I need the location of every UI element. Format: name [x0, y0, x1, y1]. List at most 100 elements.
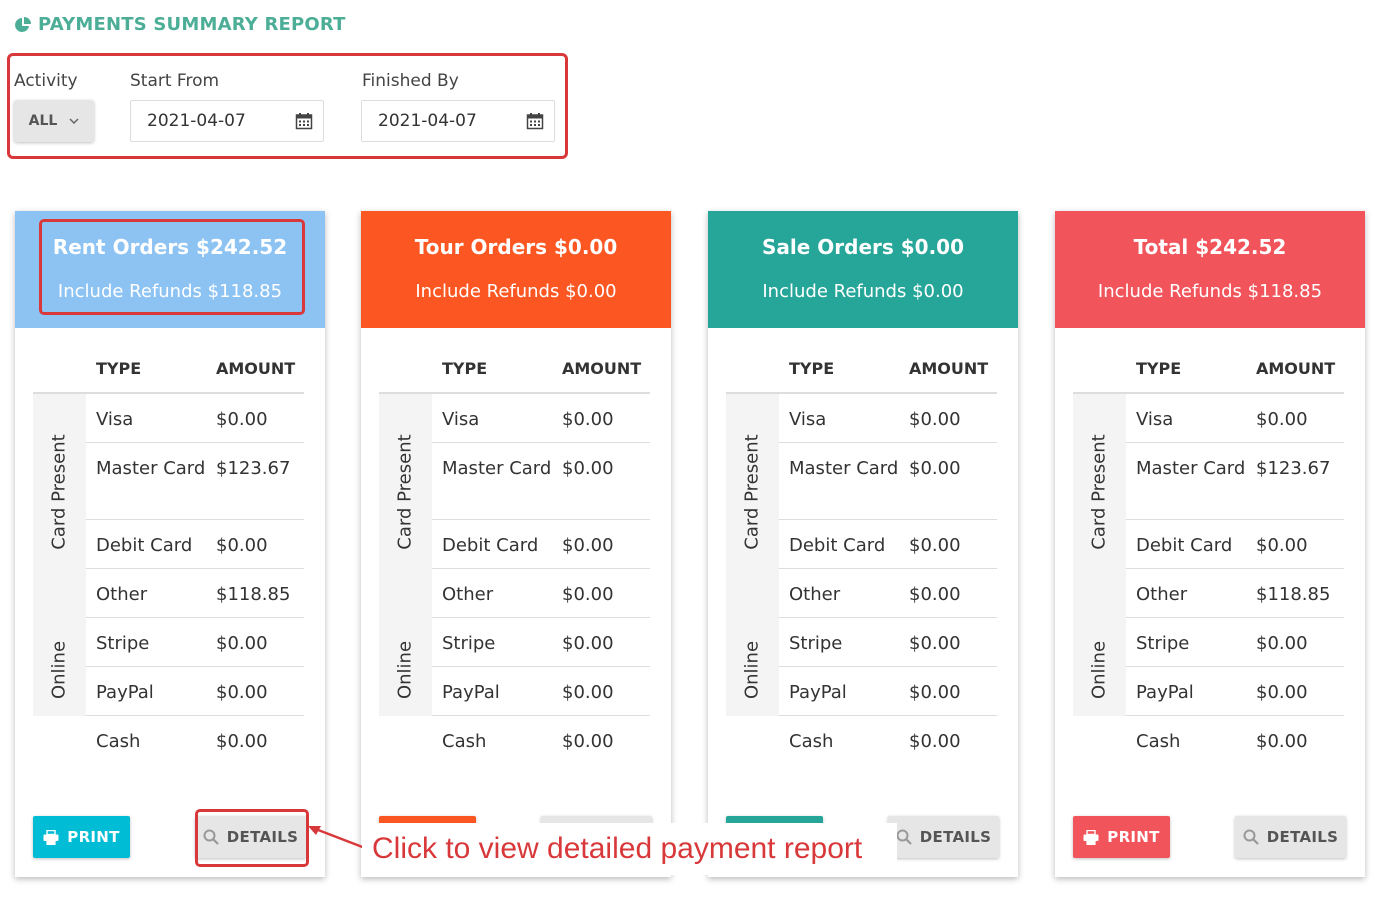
details-button[interactable]: DETAILS: [1235, 816, 1346, 858]
card-header: Total $242.52 Include Refunds $118.85: [1055, 211, 1365, 328]
table-row: Visa $0.00: [86, 394, 304, 443]
calendar-icon[interactable]: [526, 112, 544, 130]
type-column-header: TYPE: [442, 359, 488, 378]
card-header: Sale Orders $0.00 Include Refunds $0.00: [708, 211, 1018, 328]
amount-column-header: AMOUNT: [216, 359, 296, 378]
type-column-header: TYPE: [1136, 359, 1182, 378]
payment-amount: $118.85: [216, 584, 291, 605]
card-refunds: Include Refunds $118.85: [1097, 281, 1323, 302]
payment-amount: $0.00: [909, 633, 961, 654]
amount-column-header: AMOUNT: [909, 359, 989, 378]
table-row: Other $0.00: [779, 569, 997, 618]
search-icon: [1243, 829, 1259, 845]
table-row: Master Card $123.67: [1126, 443, 1344, 520]
table-row: Cash $0.00: [1073, 716, 1344, 765]
finish-date-value: 2021-04-07: [378, 111, 477, 131]
table-row: Other $0.00: [432, 569, 650, 618]
table-row: Cash $0.00: [379, 716, 650, 765]
print-button[interactable]: PRINT: [33, 816, 130, 858]
payment-amount: $0.00: [562, 409, 614, 430]
table-row: Cash $0.00: [726, 716, 997, 765]
activity-select[interactable]: ALL: [14, 100, 94, 142]
payment-type: PayPal: [96, 682, 154, 703]
table-row: Cash $0.00: [33, 716, 304, 765]
finished-by-label: Finished By: [362, 71, 459, 91]
payment-amount: $0.00: [1256, 633, 1308, 654]
start-date-value: 2021-04-07: [147, 111, 246, 131]
table-row: Stripe $0.00: [86, 618, 304, 667]
page-title-text: PAYMENTS SUMMARY REPORT: [38, 14, 346, 35]
card-title: Sale Orders $0.00: [761, 235, 965, 259]
type-column-header: TYPE: [96, 359, 142, 378]
table-row: Visa $0.00: [1126, 394, 1344, 443]
payment-amount: $123.67: [216, 458, 291, 479]
start-date-input[interactable]: 2021-04-07: [130, 100, 324, 142]
payment-type: Cash: [96, 731, 141, 752]
payment-type: Stripe: [96, 633, 150, 654]
table-row: Master Card $123.67: [86, 443, 304, 520]
payment-type: Other: [1136, 584, 1188, 605]
payment-amount: $0.00: [909, 584, 961, 605]
payment-amount: $0.00: [1256, 682, 1308, 703]
payment-amount: $0.00: [216, 682, 268, 703]
group-label-online: Online: [741, 640, 763, 700]
payment-amount: $0.00: [909, 731, 961, 752]
finish-date-input[interactable]: 2021-04-07: [361, 100, 555, 142]
payment-amount: $0.00: [909, 409, 961, 430]
payment-amount: $0.00: [562, 633, 614, 654]
payment-amount: $123.67: [1256, 458, 1331, 479]
print-button[interactable]: PRINT: [1073, 816, 1170, 858]
payment-type: PayPal: [789, 682, 847, 703]
group-label-online: Online: [394, 640, 416, 700]
table-row: Debit Card $0.00: [86, 520, 304, 569]
payment-amount: $0.00: [1256, 731, 1308, 752]
table-row: Debit Card $0.00: [1126, 520, 1344, 569]
table-row: Other $118.85: [86, 569, 304, 618]
table-row: Other $118.85: [1126, 569, 1344, 618]
print-button-label: PRINT: [1107, 828, 1160, 846]
table-row: PayPal $0.00: [1126, 667, 1344, 716]
payment-type: Other: [789, 584, 841, 605]
table-row: Stripe $0.00: [1126, 618, 1344, 667]
activity-label: Activity: [14, 71, 78, 91]
details-button-label: DETAILS: [919, 828, 992, 846]
page-title: PAYMENTS SUMMARY REPORT: [14, 14, 346, 35]
activity-select-value: ALL: [28, 113, 58, 129]
payment-type: Cash: [442, 731, 487, 752]
payment-amount: $0.00: [562, 682, 614, 703]
search-icon: [896, 829, 912, 845]
payment-type: Master Card: [789, 458, 899, 479]
details-button[interactable]: DETAILS: [888, 816, 999, 858]
rent-header-highlight: [39, 219, 305, 315]
card-refunds: Include Refunds $0.00: [762, 281, 964, 302]
payment-amount: $0.00: [562, 458, 614, 479]
summary-card-3: Total $242.52 Include Refunds $118.85 Ca…: [1055, 211, 1365, 877]
chevron-down-icon: [69, 118, 79, 124]
card-refunds: Include Refunds $0.00: [415, 281, 617, 302]
payment-type: Debit Card: [96, 535, 193, 556]
amount-column-header: AMOUNT: [1256, 359, 1336, 378]
payment-type: Master Card: [1136, 458, 1246, 479]
payment-amount: $0.00: [1256, 409, 1308, 430]
printer-icon: [1083, 829, 1099, 845]
group-label-card-present: Card Present: [48, 434, 70, 550]
payment-amount: $0.00: [216, 535, 268, 556]
table-row: Master Card $0.00: [432, 443, 650, 520]
payment-type: Debit Card: [789, 535, 886, 556]
table-row: Debit Card $0.00: [779, 520, 997, 569]
type-column-header: TYPE: [789, 359, 835, 378]
table-row: Debit Card $0.00: [432, 520, 650, 569]
payment-type: Visa: [96, 409, 134, 430]
summary-card-1: Tour Orders $0.00 Include Refunds $0.00 …: [361, 211, 671, 877]
card-title: Total $242.52: [1133, 235, 1287, 259]
payment-type: Visa: [442, 409, 480, 430]
card-header: Tour Orders $0.00 Include Refunds $0.00: [361, 211, 671, 328]
payment-type: Other: [442, 584, 494, 605]
summary-card-2: Sale Orders $0.00 Include Refunds $0.00 …: [708, 211, 1018, 877]
payment-type: Debit Card: [1136, 535, 1233, 556]
table-row: PayPal $0.00: [779, 667, 997, 716]
calendar-icon[interactable]: [295, 112, 313, 130]
payment-amount: $0.00: [216, 731, 268, 752]
group-label-card-present: Card Present: [394, 434, 416, 550]
group-label-card-present: Card Present: [1088, 434, 1110, 550]
